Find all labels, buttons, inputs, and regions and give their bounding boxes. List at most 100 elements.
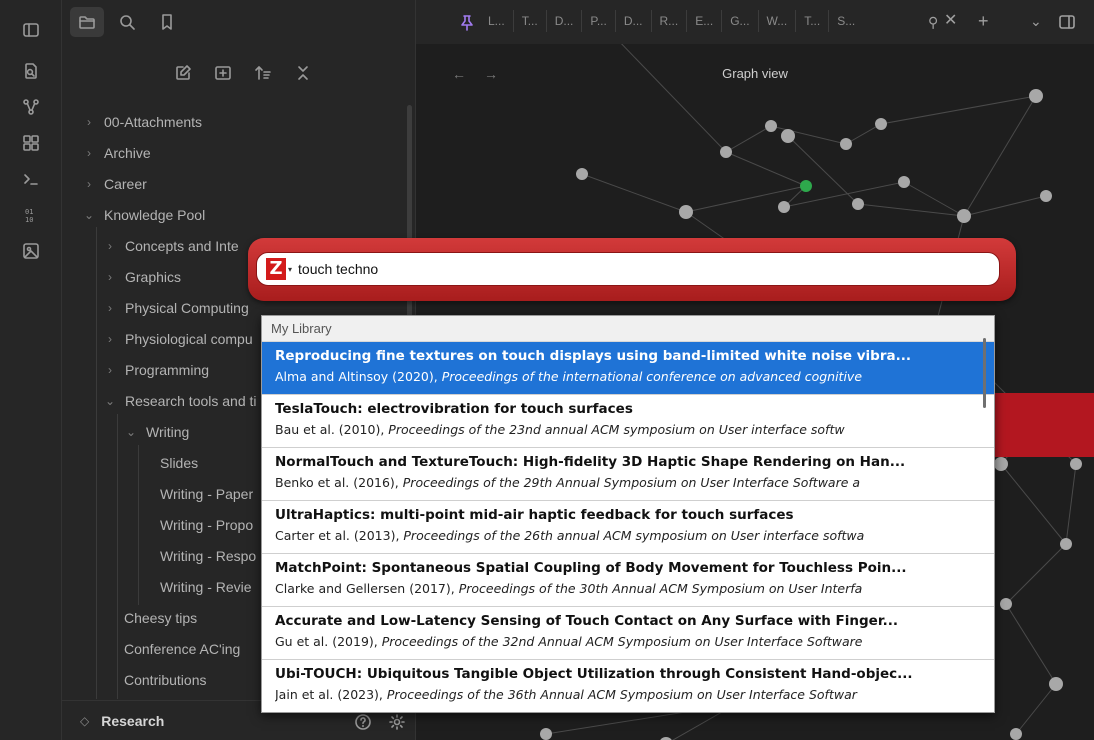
terminal-icon[interactable] (20, 168, 42, 190)
tree-item-label: Writing (146, 423, 190, 440)
tab[interactable]: R... (650, 10, 687, 32)
toggle-sidebar-icon[interactable] (20, 19, 42, 41)
graph-node[interactable] (898, 176, 910, 188)
tree-item-label: Concepts and Inte (125, 237, 239, 254)
result-row[interactable]: UltraHaptics: multi-point mid-air haptic… (262, 501, 994, 554)
settings-gear-icon[interactable] (386, 711, 408, 733)
tree-item-label: 00-Attachments (104, 113, 203, 130)
search-mode-dropdown-icon[interactable]: ▾ (288, 265, 292, 274)
new-folder-icon[interactable] (212, 62, 234, 84)
footer-actions (352, 711, 408, 733)
graph-link (1000, 463, 1067, 545)
graph-node[interactable] (875, 118, 887, 130)
folder-icon (76, 11, 98, 33)
result-row[interactable]: Accurate and Low-Latency Sensing of Touc… (262, 607, 994, 660)
collapse-all-icon[interactable] (292, 62, 314, 84)
result-row[interactable]: NormalTouch and TextureTouch: High-fidel… (262, 448, 994, 501)
sort-icon[interactable] (252, 62, 274, 84)
graph-node[interactable] (576, 168, 588, 180)
result-row[interactable]: Ubi-TOUCH: Ubiquitous Tangible Object Ut… (262, 660, 994, 712)
result-title: UltraHaptics: multi-point mid-air haptic… (275, 507, 794, 523)
pin-icon[interactable] (456, 12, 478, 34)
tab[interactable]: T... (512, 10, 546, 32)
graph-node[interactable] (957, 209, 971, 223)
result-row[interactable]: MatchPoint: Spontaneous Spatial Coupling… (262, 554, 994, 607)
tab[interactable]: W... (757, 10, 796, 32)
graph-tab-icon[interactable]: ⚲ (928, 13, 938, 31)
new-note-icon[interactable] (172, 62, 194, 84)
result-authors: Gu et al. (2019), (275, 634, 382, 649)
image-icon[interactable] (20, 240, 42, 262)
graph-node[interactable] (1029, 89, 1043, 103)
canvas-icon[interactable] (20, 132, 42, 154)
open-quick-switcher-icon[interactable] (20, 60, 42, 82)
tab[interactable]: G... (721, 10, 757, 32)
chevron-right-icon: › (87, 176, 91, 191)
graph-node[interactable] (1000, 598, 1012, 610)
result-title: Ubi-TOUCH: Ubiquitous Tangible Object Ut… (275, 666, 913, 682)
tree-item-label: Programming (125, 361, 210, 378)
graph-node[interactable] (994, 457, 1008, 471)
zotero-search-input[interactable] (298, 261, 979, 277)
search-tab[interactable] (110, 7, 144, 37)
graph-icon[interactable] (20, 96, 42, 118)
result-venue: Proceedings of the international confere… (441, 369, 863, 384)
close-tab-icon[interactable]: ✕ (944, 12, 957, 30)
result-venue: Proceedings of the 23nd annual ACM sympo… (388, 422, 845, 437)
graph-node[interactable] (840, 138, 852, 150)
tree-item-label: Physical Computing (125, 299, 249, 316)
graph-link (1015, 683, 1057, 735)
zotero-results-list: My Library Reproducing fine textures on … (261, 315, 995, 713)
tab[interactable]: P... (581, 10, 614, 32)
result-venue: Proceedings of the 36th Annual ACM Sympo… (386, 687, 857, 702)
graph-node[interactable] (765, 120, 777, 132)
result-title: NormalTouch and TextureTouch: High-fidel… (275, 454, 906, 470)
tree-item-label: Conference AC'ing (124, 640, 241, 657)
tab-list-chevron-icon[interactable]: ⌄ (1030, 12, 1042, 30)
graph-node[interactable] (778, 201, 790, 213)
graph-link (845, 123, 882, 145)
tab[interactable]: S... (828, 10, 863, 32)
graph-link (1065, 463, 1077, 545)
tab[interactable]: E... (686, 10, 721, 32)
graph-node[interactable] (1070, 458, 1082, 470)
tab[interactable]: T... (795, 10, 828, 32)
graph-node[interactable] (781, 129, 795, 143)
help-icon[interactable] (352, 711, 374, 733)
graph-node[interactable] (720, 146, 732, 158)
tab[interactable]: D... (545, 10, 582, 32)
graph-node[interactable] (1010, 728, 1022, 740)
tree-item-label: Writing - Paper (160, 485, 254, 502)
bookmarks-tab[interactable] (150, 7, 184, 37)
graph-node[interactable] (1049, 677, 1063, 691)
tree-guide (138, 445, 139, 605)
tree-item[interactable]: › 00-Attachments (62, 106, 416, 137)
new-tab-icon[interactable]: + (978, 12, 989, 30)
tree-item[interactable]: › Archive (62, 137, 416, 168)
binary-icon[interactable]: 01 10 (20, 204, 42, 226)
result-venue: Proceedings of the 32nd Annual ACM Sympo… (381, 634, 863, 649)
graph-node[interactable] (800, 180, 812, 192)
graph-node[interactable] (679, 205, 693, 219)
result-authors: Benko et al. (2016), (275, 475, 403, 490)
chevron-right-icon: › (108, 238, 112, 253)
results-scrollbar[interactable] (983, 338, 986, 408)
chevron-right-icon: › (108, 362, 112, 377)
files-tab[interactable] (70, 7, 104, 37)
graph-node[interactable] (1040, 190, 1052, 202)
chevron-right-icon: › (108, 300, 112, 315)
result-row[interactable]: Reproducing fine textures on touch displ… (262, 342, 994, 395)
tree-item[interactable]: › Career (62, 168, 416, 199)
ribbon-actions: 01 10 (0, 60, 62, 262)
graph-node[interactable] (1060, 538, 1072, 550)
graph-node[interactable] (852, 198, 864, 210)
graph-node[interactable] (540, 728, 552, 740)
tree-item-label: Writing - Propo (160, 516, 254, 533)
zotero-logo-icon[interactable]: Z (266, 258, 286, 280)
obsidian-window: 01 10 › 00-Attachments › Archive › Caree… (0, 0, 1094, 740)
result-row[interactable]: TeslaTouch: electrovibration for touch s… (262, 395, 994, 448)
tree-item[interactable]: ⌄ Knowledge Pool (62, 199, 416, 230)
tab[interactable]: L... (480, 10, 513, 32)
toggle-right-sidebar-icon[interactable] (1056, 11, 1078, 33)
tab[interactable]: D... (614, 10, 651, 32)
